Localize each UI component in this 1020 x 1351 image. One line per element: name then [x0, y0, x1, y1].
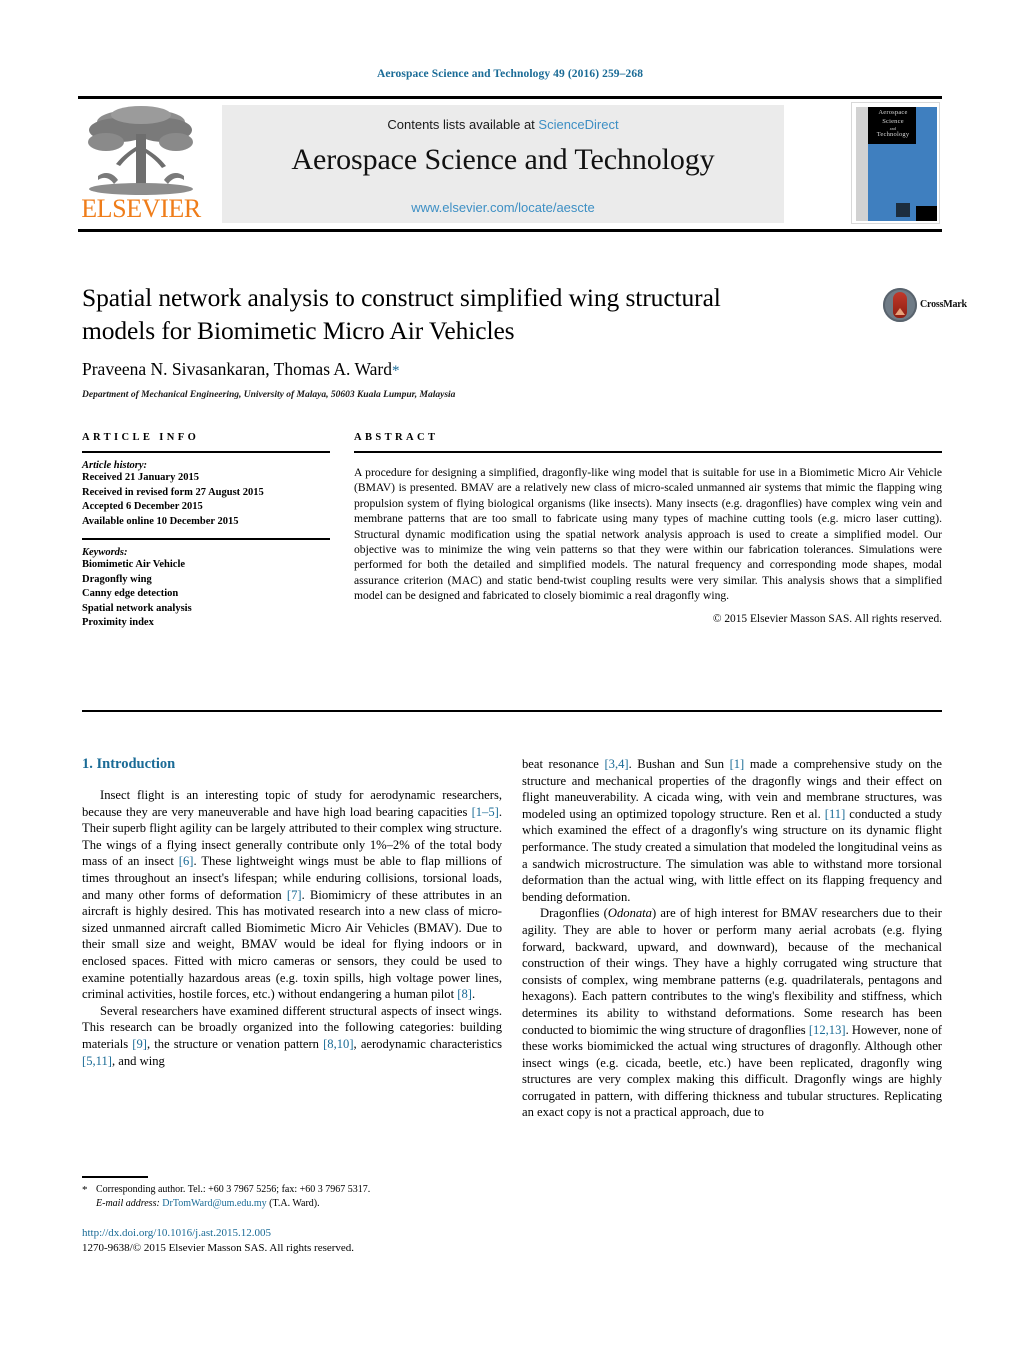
info-abstract-block: ARTICLE INFO Article history: Received 2…: [82, 432, 942, 692]
keyword-item: Proximity index: [82, 617, 154, 628]
author-list: Praveena N. Sivasankaran, Thomas A. Ward…: [82, 358, 782, 382]
journal-masthead: ELSEVIER Contents lists available at Sci…: [78, 96, 942, 232]
body-column-right: beat resonance [3,4]. Bushan and Sun [1]…: [522, 756, 942, 1121]
footnote-block: * Corresponding author. Tel.: +60 3 7967…: [82, 1183, 502, 1210]
keywords-label: Keywords:: [82, 547, 128, 558]
footnote-star: *: [82, 1184, 88, 1196]
journal-url-link[interactable]: www.elsevier.com/locate/aescte: [222, 200, 784, 215]
body-column-left: 1. Introduction Insect flight is an inte…: [82, 756, 502, 1069]
page-title: Spatial network analysis to construct si…: [82, 283, 721, 345]
author-affiliation: Department of Mechanical Engineering, Un…: [82, 390, 456, 400]
article-first-page: Aerospace Science and Technology 49 (201…: [0, 0, 1020, 1351]
corresponding-author-note: Corresponding author. Tel.: +60 3 7967 5…: [96, 1184, 371, 1195]
cover-title-line4: Technology: [876, 131, 910, 139]
masthead-bottom-rule: [78, 229, 942, 232]
crossmark-badge[interactable]: CrossMark: [883, 288, 967, 324]
cover-journal-title: Aerospace Science and Technology: [870, 109, 916, 140]
crossmark-disc-icon: [883, 288, 917, 322]
contents-lists-prefix: Contents lists available at: [387, 117, 539, 132]
section-heading-introduction: 1. Introduction: [82, 756, 176, 772]
keyword-item: Canny edge detection: [82, 588, 179, 599]
abstract-copyright: © 2015 Elsevier Masson SAS. All rights r…: [712, 612, 942, 625]
running-head: Aerospace Science and Technology 49 (201…: [376, 68, 644, 80]
footnote-body: Corresponding author. Tel.: +60 3 7967 5…: [96, 1183, 502, 1210]
article-history-label: Article history:: [82, 460, 148, 471]
masthead-center-panel: Contents lists available at ScienceDirec…: [222, 105, 784, 223]
sciencedirect-link[interactable]: ScienceDirect: [538, 117, 618, 132]
keyword-item: Spatial network analysis: [82, 602, 192, 614]
doi-link[interactable]: http://dx.doi.org/10.1016/j.ast.2015.12.…: [82, 1226, 522, 1241]
paragraph: Insect flight is an interesting topic of…: [82, 788, 502, 1002]
history-received: Received 21 January 2015: [82, 472, 199, 483]
cover-title-line1: Aerospace: [878, 109, 908, 116]
article-info-column: ARTICLE INFO Article history: Received 2…: [82, 432, 330, 631]
history-revised: Received in revised form 27 August 2015: [82, 486, 264, 498]
paragraph: Dragonflies (Odonata) are of high intere…: [522, 906, 942, 1120]
paragraph: beat resonance [3,4]. Bushan and Sun [1]…: [522, 757, 942, 904]
paragraph: Several researchers have examined differ…: [82, 1003, 502, 1068]
cover-emblem-icon: [896, 203, 910, 217]
journal-cover-thumbnail: Aerospace Science and Technology: [851, 102, 940, 224]
cover-right-column: [916, 144, 937, 206]
elsevier-wordmark: ELSEVIER: [81, 194, 201, 223]
corresponding-author-marker: *: [391, 363, 400, 379]
email-address-link[interactable]: DrTomWard@um.edu.my: [162, 1198, 266, 1209]
history-online: Available online 10 December 2015: [82, 515, 239, 527]
abstract-heading: ABSTRACT: [354, 432, 439, 443]
author-names: Praveena N. Sivasankaran, Thomas A. Ward: [82, 359, 392, 379]
crossmark-triangle: [895, 308, 905, 315]
cover-spine: [856, 107, 868, 221]
footer-doi-block: http://dx.doi.org/10.1016/j.ast.2015.12.…: [82, 1226, 522, 1256]
crossmark-label: CrossMark: [920, 299, 967, 310]
masthead-top-rule: [78, 96, 942, 99]
abstract-column: ABSTRACT A procedure for designing a sim…: [354, 432, 942, 625]
elsevier-tree-icon: [88, 106, 193, 195]
email-address-suffix: (T.A. Ward).: [269, 1197, 320, 1209]
article-info-rule: [82, 451, 330, 453]
history-accepted: Accepted 6 December 2015: [82, 501, 203, 512]
footnote-rule: [82, 1176, 148, 1178]
abstract-text: A procedure for designing a simplified, …: [354, 466, 942, 603]
journal-title: Aerospace Science and Technology: [291, 143, 715, 176]
keyword-item: Biomimetic Air Vehicle: [82, 559, 186, 570]
article-info-heading: ARTICLE INFO: [82, 432, 200, 443]
elsevier-logo: ELSEVIER: [80, 104, 202, 224]
cover-top-right-block: [916, 107, 937, 144]
contents-lists-line: Contents lists available at ScienceDirec…: [222, 117, 784, 132]
section-divider-rule: [82, 710, 942, 712]
cover-bottom-right-block: [916, 206, 937, 221]
cover-title-line2: Science: [882, 117, 904, 125]
email-address-label: E-mail address:: [96, 1197, 160, 1209]
issn-copyright-line: 1270-9638/© 2015 Elsevier Masson SAS. Al…: [82, 1242, 355, 1254]
keyword-item: Dragonfly wing: [82, 573, 152, 585]
abstract-rule: [354, 451, 942, 453]
keywords-rule: [82, 538, 330, 540]
